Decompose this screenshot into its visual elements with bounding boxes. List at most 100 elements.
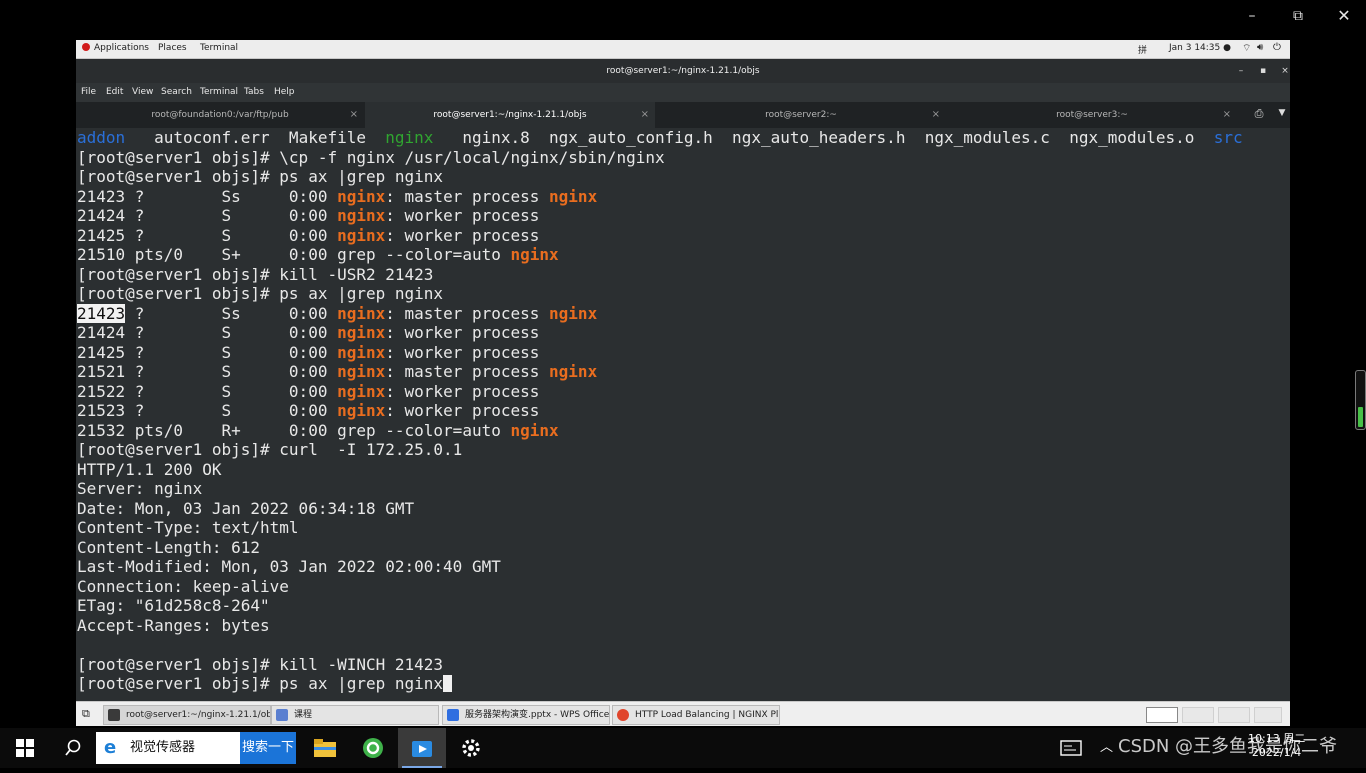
window-minimize-button[interactable]: – [1234, 59, 1248, 83]
nginx-highlight: nginx [510, 245, 559, 264]
terminal-text: Date: Mon, 03 Jan 2022 06:34:18 GMT [77, 498, 415, 518]
settings-gear-icon[interactable] [448, 728, 494, 768]
show-desktop-icon[interactable]: ⧉ [82, 707, 90, 721]
nginx-highlight: nginx [337, 225, 386, 245]
nginx-highlight: nginx [337, 303, 386, 323]
tab-server1[interactable]: root@server1:~/nginx-1.21.1/objs × [365, 102, 655, 130]
vm-task-browser[interactable]: HTTP Load Balancing | NGINX Plus ... [612, 705, 780, 725]
terminal-line: 21423 ? Ss 0:00 nginx: master process ng… [77, 187, 597, 207]
nginx-highlight: nginx [337, 342, 386, 362]
terminal-line: 21425 ? S 0:00 nginx: worker process [77, 226, 539, 246]
search-icon[interactable] [56, 728, 90, 768]
terminal-output[interactable]: addon autoconf.err Makefile nginx nginx.… [76, 128, 1290, 693]
network-icon[interactable]: ⌔ [1242, 42, 1251, 55]
terminal-text: Server: nginx [77, 479, 203, 498]
tray-expand-chevron-up-icon[interactable]: ︿ [1100, 728, 1116, 768]
file-explorer-icon[interactable] [302, 728, 348, 768]
selected-text: 21423 [77, 303, 126, 323]
workspace-3[interactable] [1218, 707, 1250, 723]
terminal-text: [root@server1 objs]# ps ax |grep nginx [77, 284, 444, 303]
places-menu[interactable]: Places [158, 43, 187, 53]
terminal-text: ETag: "61d258c8-264" [77, 596, 270, 615]
tab-close-icon[interactable]: × [932, 102, 940, 128]
vm-task-terminal[interactable]: root@server1:~/nginx-1.21.1/objs [103, 705, 271, 725]
vm-window-list: ⧉ root@server1:~/nginx-1.21.1/objs 课程 服务… [76, 701, 1290, 726]
terminal-text: Content-Type: text/html [77, 518, 299, 537]
player-minimize-button[interactable]: – [1240, 6, 1264, 26]
terminal-text: [root@server1 objs]# ps ax |grep nginx [77, 674, 444, 693]
terminal-text: Connection: keep-alive [77, 576, 289, 596]
volume-icon[interactable]: 🔊︎ [1257, 42, 1263, 53]
terminal-text: 21423 ? Ss 0:00 [77, 186, 338, 206]
host-clock[interactable]: 10:13 周二 2022/1/4 [1248, 732, 1305, 760]
terminal-text: 21510 pts/0 S+ 0:00 grep --color=auto [77, 245, 511, 264]
terminal-text: : master process [385, 186, 550, 206]
terminal-line: addon autoconf.err Makefile nginx nginx.… [77, 128, 1243, 148]
terminal-text: Content-Length: 612 [77, 537, 261, 557]
tab-close-icon[interactable]: × [350, 102, 358, 128]
terminal-text: : master process [385, 362, 550, 381]
tab-foundation0[interactable]: root@foundation0:/var/ftp/pub × [76, 102, 364, 128]
vm-task-label: 课程 [294, 710, 313, 720]
tab-server2[interactable]: root@server2:~ × [656, 102, 946, 128]
workspace-1[interactable] [1146, 707, 1178, 723]
menu-file[interactable]: File [81, 87, 96, 97]
menu-help[interactable]: Help [274, 87, 295, 97]
terminal-text: 21521 ? S 0:00 [77, 362, 338, 381]
terminal-line: Content-Length: 612 [77, 538, 260, 558]
power-icon[interactable]: ⏻ [1273, 42, 1281, 53]
clock-time: 10:13 周二 [1248, 732, 1306, 745]
input-method-indicator[interactable]: 拼 [1138, 43, 1147, 56]
tab-close-icon[interactable]: × [641, 102, 649, 128]
terminal-line: 21423 ? Ss 0:00 nginx: master process ng… [77, 303, 597, 324]
vm-task-wps[interactable]: 服务器架构演变.pptx - WPS Office [442, 705, 610, 725]
player-restore-button[interactable]: ⧉ [1286, 6, 1310, 26]
wps-icon [447, 709, 459, 721]
redhat-icon [82, 43, 90, 51]
vm-task-label: HTTP Load Balancing | NGINX Plus ... [635, 710, 779, 720]
terminal-text: : master process [385, 303, 550, 323]
applications-menu[interactable]: Applications [82, 43, 149, 53]
terminal-text: addon [77, 128, 126, 147]
start-button[interactable] [8, 728, 42, 768]
terminal-text: : worker process [385, 342, 540, 362]
menubar: File Edit View Search Terminal Tabs Help [76, 83, 1290, 102]
menu-tabs[interactable]: Tabs [244, 87, 264, 97]
vm-task-course[interactable]: 课程 [271, 705, 439, 725]
vm-task-label: root@server1:~/nginx-1.21.1/objs [126, 710, 271, 720]
nginx-highlight: nginx [337, 186, 386, 206]
terminal-line: Content-Type: text/html [77, 518, 299, 538]
menu-edit[interactable]: Edit [106, 87, 123, 97]
host-search-input[interactable]: e 视觉传感器 [96, 732, 240, 764]
volume-slider[interactable] [1355, 370, 1366, 430]
nginx-highlight: nginx [337, 323, 386, 342]
host-search-button[interactable]: 搜索一下 [240, 732, 296, 764]
datetime[interactable]: Jan 3 14:35 ● [1169, 43, 1231, 53]
window-maximize-button[interactable]: ▪ [1256, 59, 1270, 83]
vm-task-label: 服务器架构演变.pptx - WPS Office [465, 710, 610, 720]
menu-search[interactable]: Search [161, 87, 192, 97]
new-tab-icon[interactable]: ⎙ [1252, 107, 1266, 121]
tab-close-icon[interactable]: × [1223, 102, 1231, 128]
nginx-highlight: nginx [549, 362, 598, 381]
360-browser-icon[interactable] [350, 728, 396, 768]
terminal-line: 21522 ? S 0:00 nginx: worker process [77, 382, 539, 402]
player-close-button[interactable]: ✕ [1332, 6, 1356, 26]
video-player-icon[interactable] [398, 728, 446, 768]
tab-bar: root@foundation0:/var/ftp/pub × root@ser… [76, 102, 1290, 130]
terminal-text: nginx [385, 128, 434, 147]
window-close-button[interactable]: × [1278, 59, 1290, 83]
terminal-app-menu[interactable]: Terminal [200, 43, 238, 53]
workspace-2[interactable] [1182, 707, 1214, 723]
nginx-highlight: nginx [337, 362, 386, 381]
search-text: 视觉传感器 [130, 740, 196, 755]
menu-view[interactable]: View [132, 87, 153, 97]
tab-menu-chevron-down-icon[interactable]: ▼ [1276, 108, 1288, 120]
tab-server3[interactable]: root@server3:~ × [947, 102, 1237, 128]
workspace-4[interactable] [1254, 707, 1282, 723]
terminal-text: 21425 ? S 0:00 [77, 342, 338, 362]
nginx-highlight: nginx [337, 381, 386, 401]
action-center-icon[interactable] [1060, 728, 1088, 768]
menu-terminal[interactable]: Terminal [200, 87, 238, 97]
terminal-text: 21424 ? S 0:00 [77, 323, 338, 342]
